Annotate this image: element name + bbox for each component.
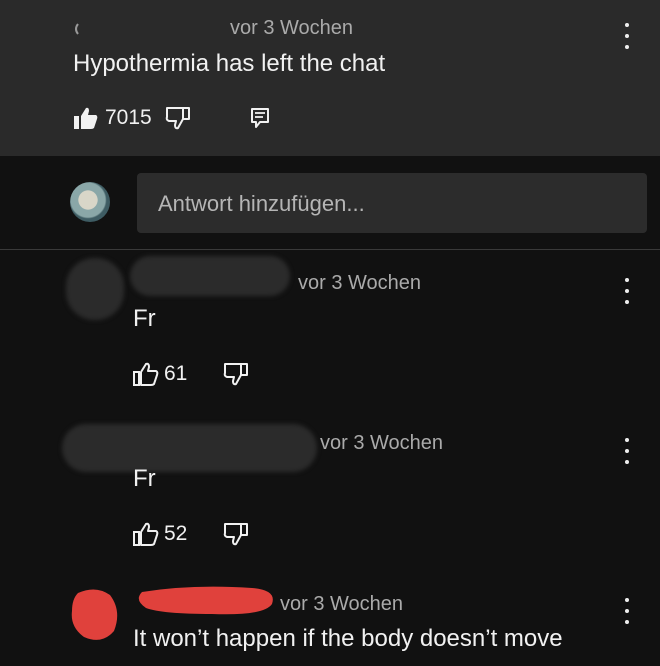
reply-timestamp: vor 3 Wochen (280, 593, 404, 615)
like-icon[interactable] (133, 522, 159, 551)
more-options-button[interactable] (617, 438, 637, 464)
redacted-avatar (66, 585, 126, 645)
dislike-icon[interactable] (223, 522, 249, 551)
reply-text: Fr (133, 465, 156, 492)
redacted-username (68, 20, 228, 38)
more-options-button[interactable] (617, 598, 637, 624)
redacted-username (132, 582, 282, 622)
more-options-button[interactable] (617, 278, 637, 304)
reply-timestamp: vor 3 Wochen (298, 272, 422, 294)
divider (0, 249, 660, 250)
reply-comment-icon[interactable] (250, 107, 270, 134)
like-count: 7015 (105, 106, 152, 129)
comment-timestamp: vor 3 Wochen (230, 17, 354, 39)
like-count: 61 (164, 362, 188, 385)
redacted-username (62, 424, 317, 472)
reply-text: Fr (133, 305, 156, 332)
reply-input-placeholder: Antwort hinzufügen... (158, 191, 365, 216)
dislike-icon[interactable] (223, 362, 249, 391)
user-avatar (70, 182, 110, 222)
comment-text: Hypothermia has left the chat (73, 50, 386, 77)
dislike-icon[interactable] (165, 106, 191, 135)
more-options-button[interactable] (617, 23, 637, 49)
reply-input[interactable]: Antwort hinzufügen... (137, 173, 647, 233)
top-comment: vor 3 Wochen Hypothermia has left the ch… (0, 0, 660, 156)
redacted-avatar (66, 258, 124, 320)
like-filled-icon[interactable] (73, 106, 99, 135)
redacted-username (130, 256, 290, 296)
like-icon[interactable] (133, 362, 159, 391)
like-count: 52 (164, 522, 188, 545)
reply-timestamp: vor 3 Wochen (320, 432, 444, 454)
reply-text: It won’t happen if the body doesn’t move (133, 625, 563, 652)
